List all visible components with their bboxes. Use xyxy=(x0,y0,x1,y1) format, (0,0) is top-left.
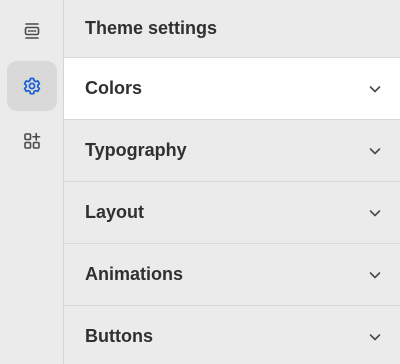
theme-editor: Theme settings Colors Typography Layout … xyxy=(0,0,400,364)
section-label: Layout xyxy=(85,202,145,222)
chevron-down-icon xyxy=(368,82,382,96)
section-typography[interactable]: Typography xyxy=(64,120,400,182)
sections-icon xyxy=(22,21,42,41)
section-animations[interactable]: Animations xyxy=(64,244,400,306)
rail-sections-button[interactable] xyxy=(7,6,57,56)
gear-icon xyxy=(22,76,42,96)
section-label: Colors xyxy=(85,78,143,98)
sidebar-rail xyxy=(0,0,64,364)
section-label: Typography xyxy=(85,140,187,160)
section-layout[interactable]: Layout xyxy=(64,182,400,244)
theme-settings-panel: Theme settings Colors Typography Layout … xyxy=(64,0,400,364)
chevron-down-icon xyxy=(368,206,382,220)
chevron-down-icon xyxy=(368,268,382,282)
section-colors[interactable]: Colors xyxy=(64,58,400,120)
rail-theme-settings-button[interactable] xyxy=(7,61,57,111)
apps-add-icon xyxy=(22,131,42,151)
section-label: Buttons xyxy=(85,326,153,346)
section-label: Animations xyxy=(85,264,184,284)
panel-title: Theme settings xyxy=(64,0,400,58)
rail-apps-button[interactable] xyxy=(7,116,57,166)
chevron-down-icon xyxy=(368,330,382,344)
chevron-down-icon xyxy=(368,144,382,158)
section-buttons[interactable]: Buttons xyxy=(64,306,400,364)
